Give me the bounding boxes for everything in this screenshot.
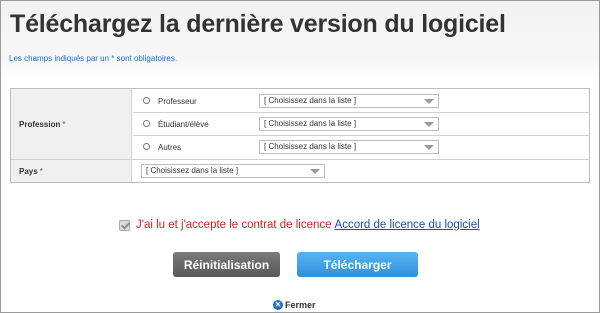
select-value: [ Choisissez dans la liste ] [264, 119, 357, 128]
reset-button[interactable]: Réinitialisation [173, 252, 280, 277]
section-divider [11, 159, 590, 160]
profession-label-cell: Profession * [11, 89, 132, 159]
chevron-down-icon [424, 99, 434, 104]
select-value: [ Choisissez dans la liste ] [264, 96, 357, 105]
required-fields-note: Les champs indiqués par un * sont obliga… [9, 54, 178, 63]
required-star: * [39, 166, 43, 176]
select-professeur[interactable]: [ Choisissez dans la liste ] [259, 94, 439, 108]
radio-autres[interactable] [143, 143, 150, 150]
radio-professeur[interactable] [143, 97, 150, 104]
license-agreement-link[interactable]: Accord de licence du logiciel [335, 219, 480, 231]
option-label-autres: Autres [158, 143, 182, 152]
country-label: Pays [19, 166, 38, 176]
close-icon[interactable]: ✕ [273, 300, 283, 310]
license-row: J'ai lu et j'accepte le contrat de licen… [119, 219, 480, 231]
chevron-down-icon [310, 169, 320, 174]
option-label-professeur: Professeur [158, 97, 197, 106]
chevron-down-icon [424, 145, 434, 150]
profession-label: Profession [19, 119, 61, 129]
accept-license-checkbox[interactable] [119, 219, 130, 231]
select-value: [ Choisissez dans la liste ] [264, 142, 357, 151]
select-country[interactable]: [ Choisissez dans la liste ] [141, 164, 325, 178]
accept-license-text: J'ai lu et j'accepte le contrat de licen… [136, 219, 332, 231]
option-label-etudiant: Étudiant/élève [158, 120, 209, 129]
country-label-cell: Pays * [11, 160, 132, 182]
select-value: [ Choisissez dans la liste ] [146, 166, 239, 175]
radio-etudiant[interactable] [143, 120, 150, 127]
download-dialog: Téléchargez la dernière version du logic… [0, 0, 600, 313]
row-divider [133, 135, 590, 136]
required-star: * [62, 119, 66, 129]
close-link[interactable]: ✕ Fermer [273, 300, 316, 310]
download-button[interactable]: Télécharger [297, 252, 418, 277]
close-label: Fermer [285, 300, 316, 310]
download-form: Profession * Pays * Professeur [ Choisis… [10, 88, 590, 183]
select-autres[interactable]: [ Choisissez dans la liste ] [259, 140, 439, 154]
select-etudiant[interactable]: [ Choisissez dans la liste ] [259, 117, 439, 131]
chevron-down-icon [424, 122, 434, 127]
row-divider [133, 112, 590, 113]
page-title: Téléchargez la dernière version du logic… [10, 10, 506, 38]
